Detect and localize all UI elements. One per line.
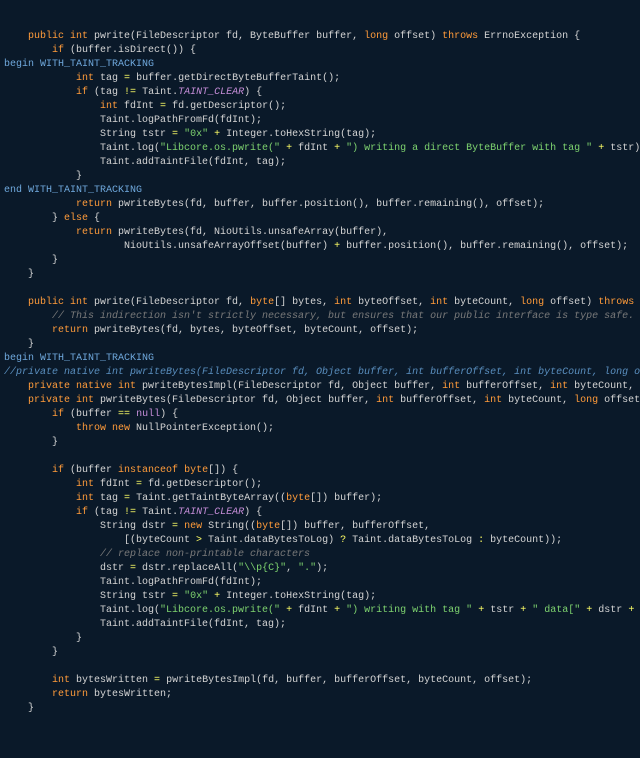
code-line: String tstr = "0x" + Integer.toHexString… <box>4 129 376 140</box>
code-line: Taint.addTaintFile(fdInt, tag); <box>4 619 286 630</box>
code-line: return pwriteBytes(fd, bytes, byteOffset… <box>4 325 418 336</box>
code-line: Taint.logPathFromFd(fdInt); <box>4 577 262 588</box>
code-line: int tag = buffer.getDirectByteBufferTain… <box>4 73 340 84</box>
code-line: Taint.log("Libcore.os.pwrite(" + fdInt +… <box>4 143 640 154</box>
code-line: int fdInt = fd.getDescriptor(); <box>4 479 262 490</box>
code-line: int tag = Taint.getTaintByteArray((byte[… <box>4 493 382 504</box>
code-line: public int pwrite(FileDescriptor fd, byt… <box>4 297 640 308</box>
code-line: private int pwriteBytes(FileDescriptor f… <box>4 395 640 406</box>
code-line: // This indirection isn't strictly neces… <box>4 311 634 322</box>
code-line: dstr = dstr.replaceAll("\\p{C}", "."); <box>4 563 328 574</box>
code-line: if (tag != Taint.TAINT_CLEAR) { <box>4 507 262 518</box>
code-line: } <box>4 437 58 448</box>
code-line: Taint.logPathFromFd(fdInt); <box>4 115 262 126</box>
code-line: public int pwrite(FileDescriptor fd, Byt… <box>4 31 580 42</box>
code-line: return pwriteBytes(fd, NioUtils.unsafeAr… <box>4 227 388 238</box>
region-begin: begin WITH_TAINT_TRACKING <box>4 353 154 364</box>
code-line: Taint.log("Libcore.os.pwrite(" + fdInt +… <box>4 605 640 616</box>
code-line: } <box>4 633 82 644</box>
code-line: if (tag != Taint.TAINT_CLEAR) { <box>4 87 262 98</box>
code-block: public int pwrite(FileDescriptor fd, Byt… <box>4 30 636 716</box>
code-line: } else { <box>4 213 100 224</box>
commented-prototype: //private native int pwriteBytes(FileDes… <box>4 367 640 378</box>
code-line: if (buffer instanceof byte[]) { <box>4 465 238 476</box>
code-line: } <box>4 703 34 714</box>
region-end: end WITH_TAINT_TRACKING <box>4 185 142 196</box>
code-line: if (buffer.isDirect()) { <box>4 45 196 56</box>
code-line: } <box>4 647 58 658</box>
code-line: throw new NullPointerException(); <box>4 423 274 434</box>
code-line: } <box>4 339 34 350</box>
code-line: return pwriteBytes(fd, buffer, buffer.po… <box>4 199 544 210</box>
code-line: // replace non-printable characters <box>4 549 310 560</box>
code-line: } <box>4 269 34 280</box>
code-line: private native int pwriteBytesImpl(FileD… <box>4 381 640 392</box>
code-line: int fdInt = fd.getDescriptor(); <box>4 101 286 112</box>
code-line: } <box>4 255 58 266</box>
code-line: String tstr = "0x" + Integer.toHexString… <box>4 591 376 602</box>
region-begin: begin WITH_TAINT_TRACKING <box>4 59 154 70</box>
code-line: NioUtils.unsafeArrayOffset(buffer) + buf… <box>4 241 628 252</box>
code-line: } <box>4 171 82 182</box>
code-line: String dstr = new String((byte[]) buffer… <box>4 521 430 532</box>
code-line: int bytesWritten = pwriteBytesImpl(fd, b… <box>4 675 532 686</box>
code-line: if (buffer == null) { <box>4 409 178 420</box>
code-line: Taint.addTaintFile(fdInt, tag); <box>4 157 286 168</box>
code-line: return bytesWritten; <box>4 689 172 700</box>
code-line: [(byteCount > Taint.dataBytesToLog) ? Ta… <box>4 535 562 546</box>
